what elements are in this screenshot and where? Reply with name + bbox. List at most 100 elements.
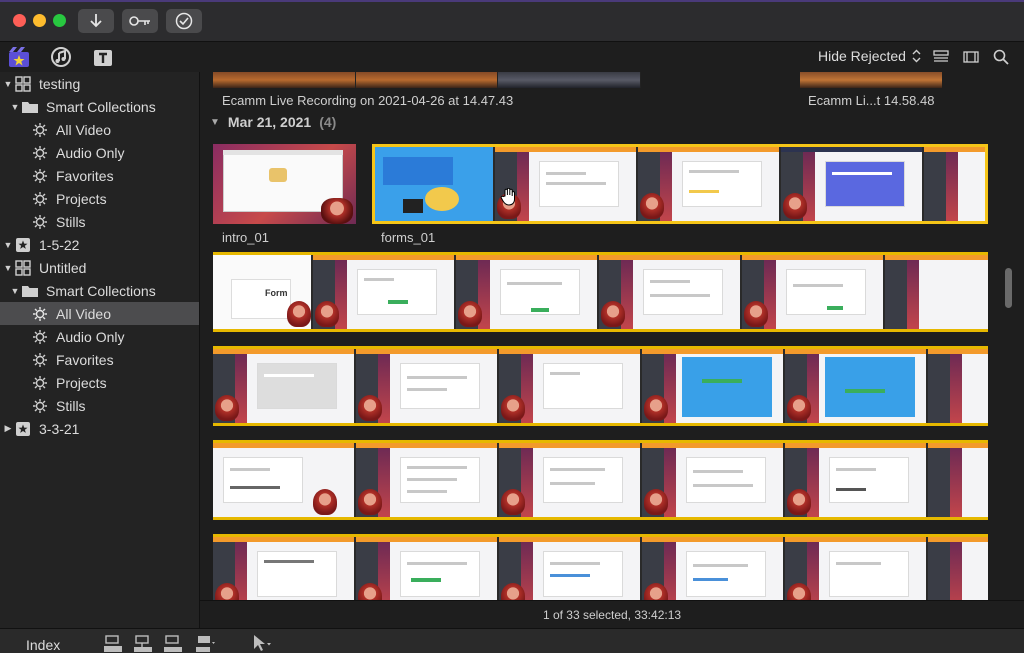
event-star-icon (13, 236, 33, 254)
sidebar-item-label: Favorites (56, 167, 114, 184)
library-grid-icon (13, 75, 33, 93)
titles-generators-icon[interactable] (92, 46, 114, 68)
photos-audio-icon[interactable] (50, 46, 72, 68)
sidebar-item-projects[interactable]: Projects (0, 187, 199, 210)
keyword-editor-button[interactable] (122, 9, 158, 33)
sidebar-library-testing[interactable]: ▼ testing (0, 72, 199, 95)
disclosure-expanded-icon[interactable]: ▼ (3, 79, 13, 89)
sidebar-smart-collections-folder[interactable]: ▼ Smart Collections (0, 95, 199, 118)
sidebar-item-label: Untitled (39, 259, 87, 276)
smart-collection-gear-icon (30, 328, 50, 346)
hand-cursor-icon (500, 188, 515, 206)
disclosure-collapsed-icon[interactable]: ▶ (3, 423, 13, 434)
sidebar-item-label: Audio Only (56, 144, 125, 161)
list-view-icon[interactable] (932, 48, 950, 66)
overwrite-clip-icon[interactable] (194, 634, 216, 652)
date-group-count: (4) (319, 114, 337, 130)
sidebar-library-untitled[interactable]: ▼ Untitled (0, 256, 199, 279)
libraries-sidebar: ▼ testing ▼ Smart Collections All Video … (0, 72, 200, 628)
checkmark-circle-icon (175, 12, 193, 30)
smart-collection-gear-icon (30, 351, 50, 369)
zoom-window-button[interactable] (53, 14, 66, 27)
arrow-down-icon (90, 14, 102, 28)
clip-filmstrip-row[interactable] (213, 346, 988, 426)
date-group-header[interactable]: ▼ Mar 21, 2021 (4) (210, 114, 336, 130)
disclosure-expanded-icon[interactable]: ▼ (10, 286, 20, 296)
sidebar-item-label: Stills (56, 213, 86, 230)
libraries-icon[interactable] (8, 46, 30, 68)
sidebar-item-label: Smart Collections (46, 98, 156, 115)
clip-filmstrip-row[interactable] (213, 440, 988, 520)
smart-collection-gear-icon (30, 121, 50, 139)
disclosure-expanded-icon[interactable]: ▼ (10, 102, 20, 112)
sidebar-item-label: Audio Only (56, 328, 125, 345)
sidebar-event-3-3-21[interactable]: ▶ 3-3-21 (0, 417, 199, 440)
sidebar-item-label: Smart Collections (46, 282, 156, 299)
smart-collection-gear-icon (30, 190, 50, 208)
clip-caption: Ecamm Live Recording on 2021-04-26 at 14… (222, 93, 514, 108)
sidebar-item-audio-only[interactable]: Audio Only (0, 325, 199, 348)
sidebar-item-stills[interactable]: Stills (0, 210, 199, 233)
smart-collection-gear-icon (30, 144, 50, 162)
clip-thumbnail-intro[interactable] (213, 144, 356, 224)
clip-filmstrip-row[interactable]: Form (213, 252, 988, 332)
smart-collection-gear-icon (30, 374, 50, 392)
minimize-window-button[interactable] (33, 14, 46, 27)
sidebar-item-label: All Video (56, 305, 112, 322)
smart-collection-gear-icon (30, 213, 50, 231)
folder-icon (20, 98, 40, 116)
clip-filmstrip-partial[interactable] (213, 72, 642, 88)
sidebar-item-label: 3-3-21 (39, 420, 80, 437)
clip-filmstrip-row[interactable] (213, 534, 988, 600)
smart-collection-gear-icon (30, 305, 50, 323)
clip-filter-label: Hide Rejected (818, 48, 906, 64)
insert-clip-icon[interactable] (132, 634, 154, 652)
library-grid-icon (13, 259, 33, 277)
sidebar-item-label: testing (39, 75, 81, 92)
sidebar-item-favorites[interactable]: Favorites (0, 348, 199, 371)
sidebar-event-1-5-22[interactable]: ▼ 1-5-22 (0, 233, 199, 256)
clip-filter-popup[interactable]: Hide Rejected (818, 48, 921, 64)
clip-caption: Ecamm Li...t 14.58.48 (808, 93, 935, 108)
sidebar-item-favorites[interactable]: Favorites (0, 164, 199, 187)
background-tasks-button[interactable] (166, 9, 202, 33)
sidebar-item-audio-only[interactable]: Audio Only (0, 141, 199, 164)
sidebar-item-stills[interactable]: Stills (0, 394, 199, 417)
sidebar-item-projects[interactable]: Projects (0, 371, 199, 394)
filmstrip-view-icon[interactable] (962, 48, 980, 66)
connect-clip-icon[interactable] (102, 634, 124, 652)
disclosure-expanded-icon[interactable]: ▼ (3, 240, 13, 250)
clip-filmstrip-partial-2[interactable] (800, 72, 942, 88)
index-button[interactable]: Index (26, 637, 60, 653)
disclosure-expanded-icon[interactable]: ▼ (3, 263, 13, 273)
import-button[interactable] (78, 9, 114, 33)
fcp-window: Hide Rejected ▼ testing ▼ Smart Collecti… (0, 0, 1024, 653)
form-title-text: Form (265, 288, 288, 298)
title-accent-line (0, 0, 1024, 2)
sidebar-item-label: Projects (56, 374, 107, 391)
clip-name-intro: intro_01 (222, 230, 269, 245)
event-star-icon (13, 420, 33, 438)
sidebar-item-label: Favorites (56, 351, 114, 368)
browser-scrollbar[interactable] (1005, 268, 1012, 308)
sidebar-item-label: All Video (56, 121, 112, 138)
append-clip-icon[interactable] (162, 634, 184, 652)
smart-collection-gear-icon (30, 397, 50, 415)
disclosure-expanded-icon[interactable]: ▼ (210, 117, 220, 128)
close-window-button[interactable] (13, 14, 26, 27)
sidebar-item-label: 1-5-22 (39, 236, 80, 253)
key-icon (129, 16, 150, 26)
search-icon[interactable] (992, 48, 1010, 66)
sidebar-item-all-video-selected[interactable]: All Video (0, 302, 199, 325)
clip-filmstrip-forms-selected[interactable] (372, 144, 988, 224)
browser-toolbar: Hide Rejected (0, 42, 1024, 72)
sidebar-smart-collections-folder[interactable]: ▼ Smart Collections (0, 279, 199, 302)
sidebar-item-label: Stills (56, 397, 86, 414)
select-tool-arrow-icon[interactable] (250, 634, 272, 652)
title-bar (0, 0, 1024, 42)
updown-chevron-icon (912, 49, 921, 63)
clip-name-forms: forms_01 (381, 230, 436, 245)
smart-collection-gear-icon (30, 167, 50, 185)
selection-status: 1 of 33 selected, 33:42:13 (200, 600, 1024, 628)
sidebar-item-all-video[interactable]: All Video (0, 118, 199, 141)
